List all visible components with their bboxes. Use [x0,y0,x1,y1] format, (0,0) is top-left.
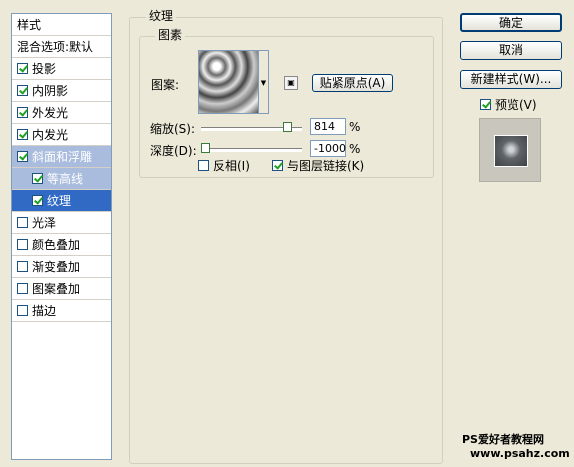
depth-slider-thumb[interactable] [201,143,210,153]
color-overlay-checkbox[interactable] [17,239,28,250]
style-preview-thumbnail [479,118,541,182]
inner-shadow-checkbox[interactable] [17,85,28,96]
scale-unit: % [349,120,361,134]
watermark-url: www.psahz.com [470,447,570,460]
new-preset-icon: ▣ [287,78,295,87]
pattern-dropdown-button[interactable]: ▼ [259,50,269,114]
scale-input[interactable]: 814 [310,118,346,135]
invert-option[interactable]: 反相(I) [198,157,250,174]
style-item-bevel-emboss[interactable]: 斜面和浮雕 [12,146,111,168]
ok-button[interactable]: 确定 [460,13,562,32]
invert-label: 反相(I) [213,159,250,173]
styles-header-label: 样式 [17,18,42,32]
stroke-label: 描边 [32,304,57,318]
style-preview-swatch [494,135,528,167]
texture-checkbox[interactable] [32,195,43,206]
new-style-button[interactable]: 新建样式(W)... [460,70,562,89]
blend-options-item[interactable]: 混合选项:默认 [12,36,111,58]
depth-input[interactable]: -1000 [310,140,346,157]
chevron-down-icon: ▼ [260,79,267,87]
blend-options-label: 混合选项:默认 [17,40,94,54]
style-list: 样式 混合选项:默认 投影 内阴影 外发光 内发光 斜面和浮雕 等高线 纹理 光… [11,13,112,460]
contour-checkbox[interactable] [32,173,43,184]
preview-label: 预览(V) [495,98,537,112]
gradient-overlay-label: 渐变叠加 [32,260,81,274]
preview-option[interactable]: 预览(V) [480,96,537,113]
style-item-drop-shadow[interactable]: 投影 [12,58,111,80]
satin-label: 光泽 [32,216,57,230]
texture-group-title: 纹理 [146,9,177,23]
drop-shadow-checkbox[interactable] [17,63,28,74]
preview-checkbox[interactable] [480,99,491,110]
style-item-color-overlay[interactable]: 颜色叠加 [12,234,111,256]
bevel-emboss-checkbox[interactable] [17,151,28,162]
outer-glow-checkbox[interactable] [17,107,28,118]
snap-origin-button[interactable]: 贴紧原点(A) [312,74,393,92]
contour-label: 等高线 [47,172,84,186]
cancel-button[interactable]: 取消 [460,41,562,60]
pattern-label: 图案: [151,78,180,92]
styles-header[interactable]: 样式 [12,14,111,36]
inner-glow-label: 内发光 [32,128,69,142]
inner-glow-checkbox[interactable] [17,129,28,140]
outer-glow-label: 外发光 [32,106,69,120]
link-with-layer-label: 与图层链接(K) [287,159,365,173]
gradient-overlay-checkbox[interactable] [17,261,28,272]
watermark-title: PS爱好者教程网 [462,433,544,446]
invert-checkbox[interactable] [198,160,209,171]
depth-label: 深度(D): [150,144,197,158]
depth-unit: % [349,142,361,156]
pattern-swatch[interactable] [198,50,259,114]
style-item-stroke[interactable]: 描边 [12,300,111,322]
texture-label: 纹理 [47,194,72,208]
bevel-emboss-label: 斜面和浮雕 [32,150,93,164]
new-preset-button[interactable]: ▣ [284,76,298,90]
scale-slider-thumb[interactable] [283,122,293,132]
drop-shadow-label: 投影 [32,62,57,76]
inner-shadow-label: 内阴影 [32,84,69,98]
style-item-outer-glow[interactable]: 外发光 [12,102,111,124]
style-item-inner-shadow[interactable]: 内阴影 [12,80,111,102]
style-item-satin[interactable]: 光泽 [12,212,111,234]
pattern-overlay-checkbox[interactable] [17,283,28,294]
scale-label: 缩放(S): [150,122,196,136]
style-item-contour[interactable]: 等高线 [12,168,111,190]
style-item-inner-glow[interactable]: 内发光 [12,124,111,146]
link-with-layer-option[interactable]: 与图层链接(K) [272,157,364,174]
style-item-pattern-overlay[interactable]: 图案叠加 [12,278,111,300]
style-item-texture[interactable]: 纹理 [12,190,111,212]
depth-slider-track[interactable] [201,148,302,152]
satin-checkbox[interactable] [17,217,28,228]
color-overlay-label: 颜色叠加 [32,238,81,252]
style-item-gradient-overlay[interactable]: 渐变叠加 [12,256,111,278]
pattern-overlay-label: 图案叠加 [32,282,81,296]
stroke-checkbox[interactable] [17,305,28,316]
pattern-group-title: 图素 [155,28,186,42]
link-with-layer-checkbox[interactable] [272,160,283,171]
